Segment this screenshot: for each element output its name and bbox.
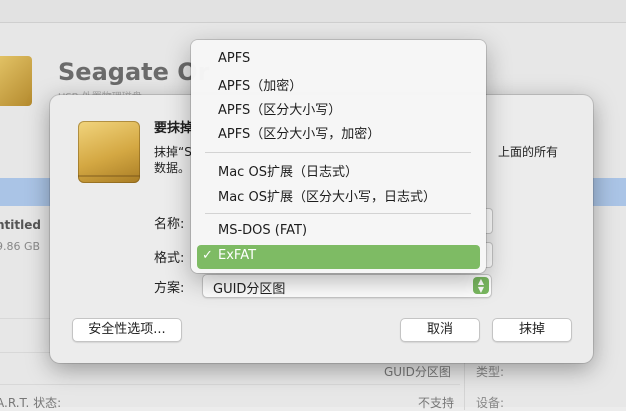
background-smart-label: A.R.T. 状态:: [0, 396, 62, 410]
background-device-label: 设备:: [476, 396, 505, 410]
menu-item-mac-os-extended-case-sensitive-journaled[interactable]: Mac OS扩展（区分大小写，日志式）: [197, 183, 480, 207]
background-type-label: 类型:: [476, 365, 505, 379]
format-label: 格式:: [154, 251, 185, 266]
background-drive-name: Seagate Or: [58, 58, 210, 86]
menu-separator: [205, 152, 471, 153]
menu-item-apfs[interactable]: APFS: [197, 48, 480, 72]
format-menu: APFS APFS（加密） APFS（区分大小写） APFS（区分大小写，加密）…: [191, 40, 486, 273]
menu-item-apfs-encrypted[interactable]: APFS（加密）: [197, 72, 480, 96]
scheme-label: 方案:: [154, 281, 185, 296]
background-scheme-value: GUID分区图: [384, 365, 451, 379]
sheet-title: 要抹掉: [154, 121, 194, 136]
background-volume-name[interactable]: ntitled: [0, 218, 41, 232]
scheme-value: GUID分区图: [213, 282, 286, 297]
menu-item-exfat[interactable]: ✓ ExFAT: [197, 245, 480, 269]
chevron-up-down-icon: ▲ ▼: [473, 277, 489, 294]
scheme-popup[interactable]: GUID分区图 ▲ ▼: [202, 274, 492, 298]
background-titlebar: [0, 0, 626, 23]
menu-item-apfs-case-sensitive-encrypted[interactable]: APFS（区分大小写，加密）: [197, 120, 480, 144]
checkmark-icon: ✓: [202, 248, 213, 263]
sheet-description: 抹掉“S: [154, 145, 192, 159]
external-drive-icon: [78, 121, 140, 183]
menu-item-ms-dos-fat[interactable]: MS-DOS (FAT): [197, 220, 480, 244]
divider: [0, 384, 460, 385]
security-options-button[interactable]: 安全性选项...: [72, 318, 182, 342]
cancel-button[interactable]: 取消: [400, 318, 480, 342]
menu-item-mac-os-extended-journaled[interactable]: Mac OS扩展（日志式）: [197, 158, 480, 182]
menu-separator: [205, 213, 471, 214]
background-volume-size: 9.86 GB: [0, 240, 41, 253]
background-smart-value: 不支持: [418, 396, 455, 410]
erase-button[interactable]: 抹掉: [492, 318, 572, 342]
sheet-description-line2: 数据。: [154, 161, 191, 175]
menu-item-apfs-case-sensitive[interactable]: APFS（区分大小写）: [197, 96, 480, 120]
sheet-description-tail: 上面的所有: [498, 145, 559, 159]
external-drive-icon: [0, 56, 32, 106]
name-label: 名称:: [154, 217, 185, 232]
